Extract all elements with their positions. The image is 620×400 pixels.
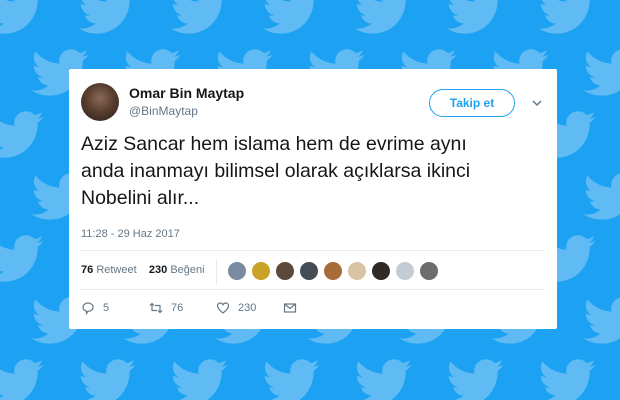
liker-avatar[interactable] (395, 261, 415, 281)
reply-button[interactable]: 5 (81, 301, 109, 315)
chevron-down-icon[interactable] (531, 97, 543, 109)
envelope-icon (283, 303, 297, 313)
twitter-bird-icon (583, 297, 620, 344)
retweet-count[interactable]: 76 (81, 264, 93, 276)
twitter-bird-icon (78, 0, 130, 34)
liker-avatar[interactable] (251, 261, 271, 281)
like-button[interactable]: 230 (216, 301, 256, 315)
twitter-bird-icon (0, 0, 38, 34)
reply-count: 5 (103, 302, 110, 314)
follow-button[interactable]: Takip et (429, 89, 515, 117)
like-action-count: 230 (238, 302, 257, 314)
retweet-action-count: 76 (171, 302, 184, 314)
tweet-timestamp[interactable]: 11:28 - 29 Haz 2017 (81, 228, 180, 240)
twitter-bird-icon (0, 359, 44, 400)
twitter-bird-icon (80, 359, 136, 400)
tweet-text-line: Aziz Sancar hem islama hem de evrime ayn… (81, 133, 467, 155)
like-label[interactable]: Beğeni (170, 264, 204, 276)
liker-avatar[interactable] (299, 261, 319, 281)
divider (81, 289, 545, 290)
twitter-bird-icon (448, 359, 504, 400)
liker-avatar[interactable] (227, 261, 247, 281)
twitter-bird-icon (0, 111, 44, 158)
liker-avatar[interactable] (323, 261, 343, 281)
user-handle[interactable]: @BinMaytap (129, 104, 198, 118)
twitter-bird-icon (540, 359, 596, 400)
liker-avatar[interactable] (347, 261, 367, 281)
avatar[interactable] (81, 83, 119, 121)
twitter-bird-icon (354, 0, 406, 34)
liker-avatar[interactable] (371, 261, 391, 281)
stats-separator (216, 259, 217, 285)
twitter-bird-icon (583, 49, 620, 96)
reply-icon (82, 302, 94, 315)
twitter-bird-icon (356, 359, 412, 400)
tweet-text: Aziz Sancar hem islama hem de evrime ayn… (81, 131, 551, 212)
twitter-bird-icon (446, 0, 498, 34)
heart-icon (216, 302, 230, 314)
twitter-bird-icon (538, 0, 590, 34)
engagement-stats: 76 Retweet 230 Beğeni (81, 264, 205, 276)
tweet-card: Omar Bin Maytap @BinMaytap Takip et Aziz… (69, 69, 557, 329)
retweet-label[interactable]: Retweet (96, 264, 136, 276)
twitter-bird-icon (0, 235, 44, 282)
divider (81, 250, 545, 251)
twitter-bird-icon (583, 173, 620, 220)
twitter-bird-icon (264, 359, 320, 400)
twitter-bird-icon (262, 0, 314, 34)
direct-message-button[interactable] (283, 301, 297, 315)
tweet-text-line: anda inanmayı bilimsel olarak açıklarsa … (81, 160, 471, 182)
liker-avatar[interactable] (419, 261, 439, 281)
twitter-bird-icon (172, 359, 228, 400)
user-name[interactable]: Omar Bin Maytap (129, 85, 244, 101)
twitter-bird-icon (170, 0, 222, 34)
liker-avatar[interactable] (275, 261, 295, 281)
retweet-icon (149, 302, 163, 314)
tweet-text-line: Nobelini alır... (81, 187, 200, 209)
retweet-button[interactable]: 76 (149, 301, 183, 315)
like-count[interactable]: 230 (149, 264, 167, 276)
